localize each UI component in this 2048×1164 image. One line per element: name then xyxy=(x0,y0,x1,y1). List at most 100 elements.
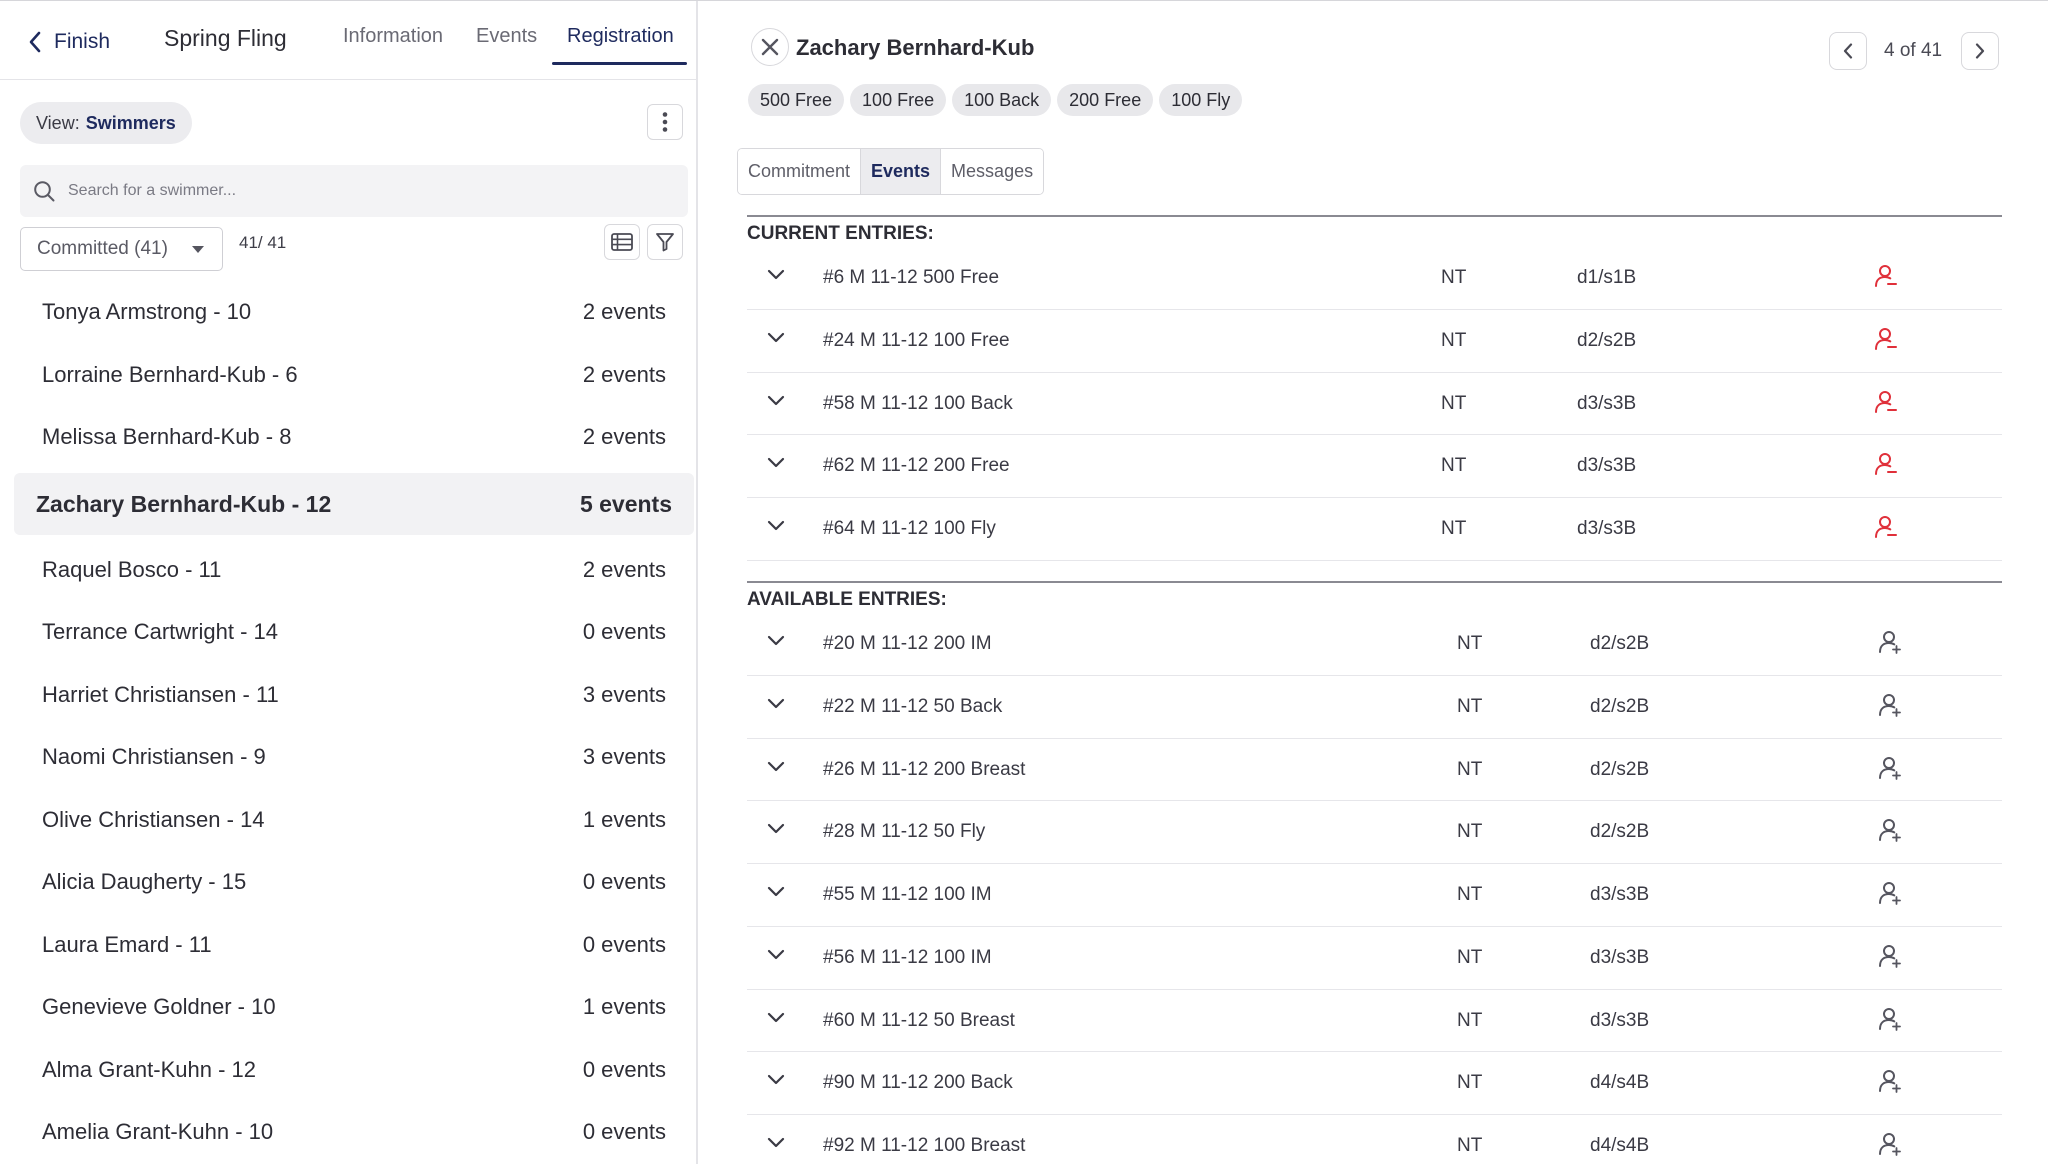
selected-swimmer-row[interactable]: Zachary Bernhard-Kub - 12 5 events xyxy=(14,472,694,535)
available-entries-header: AVAILABLE ENTRIES: xyxy=(747,581,2002,610)
event-chip: 100 Fly xyxy=(1159,84,1243,116)
entry-row: #55 M 11-12 100 IM NT d3/s3B xyxy=(747,864,2002,927)
swimmer-name: Terrance Cartwright - 14 xyxy=(42,619,278,644)
view-selector-chip[interactable]: View: Swimmers xyxy=(20,102,192,144)
swimmer-row[interactable]: Harriet Christiansen - 11 3 events xyxy=(0,664,696,727)
entry-session: d2/s2B xyxy=(1590,633,1650,654)
swimmer-row[interactable]: Genevieve Goldner - 10 1 events xyxy=(0,976,696,1039)
swimmer-search-box xyxy=(20,165,688,217)
filter-button[interactable] xyxy=(647,224,683,260)
tab-messages[interactable]: Messages xyxy=(941,149,1044,194)
entry-event-name: #24 M 11-12 100 Free xyxy=(823,329,1010,351)
tab-events[interactable]: Events xyxy=(861,149,942,194)
tab-information[interactable]: Information xyxy=(343,25,443,48)
swimmer-name: Genevieve Goldner - 10 xyxy=(42,994,276,1019)
chevron-down-icon[interactable] xyxy=(767,395,785,406)
user-minus-icon[interactable] xyxy=(1874,389,1900,415)
chevron-down-icon[interactable] xyxy=(767,886,785,897)
swimmer-event-count: 5 events xyxy=(579,490,672,517)
swimmer-name: Amelia Grant-Kuhn - 10 xyxy=(42,1119,274,1144)
event-chip: 500 Free xyxy=(748,84,845,116)
user-minus-icon[interactable] xyxy=(1874,263,1900,289)
entry-row: #26 M 11-12 200 Breast NT d2/s2B xyxy=(747,739,2002,802)
chevron-down-icon[interactable] xyxy=(767,520,785,531)
user-plus-icon[interactable] xyxy=(1878,1006,1904,1032)
entry-event-name: #64 M 11-12 100 Fly xyxy=(823,518,996,539)
entry-event-name: #20 M 11-12 200 IM xyxy=(823,633,992,654)
swimmer-name: Laura Emard - 11 xyxy=(42,931,212,957)
user-plus-icon[interactable] xyxy=(1878,943,1904,969)
chevron-down-icon[interactable] xyxy=(767,457,785,468)
entry-seed-time: NT xyxy=(1457,821,1483,843)
filter-select-value: Committed (41) xyxy=(37,238,168,259)
current-entries-header: CURRENT ENTRIES: xyxy=(747,215,2002,244)
next-swimmer-button[interactable] xyxy=(1961,32,1999,70)
swimmer-event-count: 2 events xyxy=(582,556,666,582)
active-tab-indicator xyxy=(552,62,687,65)
user-minus-icon[interactable] xyxy=(1874,514,1900,540)
entry-seed-time: NT xyxy=(1441,392,1467,414)
swimmer-row[interactable]: Tonya Armstrong - 10 2 events xyxy=(0,281,696,344)
entry-seed-time: NT xyxy=(1457,1135,1483,1156)
chevron-down-icon[interactable] xyxy=(767,1074,785,1085)
close-detail-button[interactable] xyxy=(751,28,789,66)
swimmer-name: Naomi Christiansen - 9 xyxy=(42,744,266,769)
swimmer-row[interactable]: Melissa Bernhard-Kub - 8 2 events xyxy=(0,406,696,469)
user-plus-icon[interactable] xyxy=(1878,880,1904,906)
entry-seed-time: NT xyxy=(1457,1009,1483,1031)
user-plus-icon[interactable] xyxy=(1878,755,1904,781)
chevron-down-icon[interactable] xyxy=(767,269,785,280)
swimmer-row[interactable]: Alicia Daugherty - 15 0 events xyxy=(0,851,696,914)
entry-row: #60 M 11-12 50 Breast NT d3/s3B xyxy=(747,990,2002,1053)
user-plus-icon[interactable] xyxy=(1878,1068,1904,1094)
top-nav-bar: Finish Spring Fling Information Events R… xyxy=(0,1,696,80)
swimmer-row[interactable]: Alma Grant-Kuhn - 12 0 events xyxy=(0,1039,696,1102)
chevron-down-icon[interactable] xyxy=(767,1012,785,1023)
entry-session: d3/s3B xyxy=(1590,946,1650,968)
filter-icon xyxy=(655,232,675,252)
chevron-down-icon[interactable] xyxy=(767,761,785,772)
more-options-button[interactable] xyxy=(647,104,683,140)
table-view-icon xyxy=(611,233,633,251)
table-view-button[interactable] xyxy=(604,224,640,260)
swimmer-search-input[interactable] xyxy=(68,182,668,200)
tab-commitment[interactable]: Commitment xyxy=(738,149,862,194)
swimmer-row[interactable]: Naomi Christiansen - 9 3 events xyxy=(0,726,696,789)
chevron-down-icon[interactable] xyxy=(767,1137,785,1148)
entry-row: #90 M 11-12 200 Back NT d4/s4B xyxy=(747,1052,2002,1115)
finish-label: Finish xyxy=(54,30,111,53)
swimmer-row[interactable]: Laura Emard - 11 0 events xyxy=(0,914,696,977)
swimmer-row[interactable]: Terrance Cartwright - 14 0 events xyxy=(0,601,696,664)
user-plus-icon[interactable] xyxy=(1878,692,1904,718)
tab-registration[interactable]: Registration xyxy=(567,25,674,48)
swimmer-row[interactable]: Olive Christiansen - 14 1 events xyxy=(0,789,696,852)
user-plus-icon[interactable] xyxy=(1878,1131,1904,1157)
event-chip-list: 500 Free 100 Free 100 Back 200 Free 100 Fly xyxy=(748,84,1243,116)
entry-seed-time: NT xyxy=(1457,884,1483,905)
chevron-down-icon[interactable] xyxy=(767,635,785,646)
chevron-down-icon[interactable] xyxy=(767,698,785,709)
entry-session: d3/s3B xyxy=(1590,884,1650,905)
previous-swimmer-button[interactable] xyxy=(1829,32,1867,70)
chevron-down-icon[interactable] xyxy=(767,823,785,834)
chevron-down-icon[interactable] xyxy=(767,949,785,960)
entry-session: d2/s2B xyxy=(1590,758,1650,780)
swimmer-event-count: 0 events xyxy=(582,931,666,957)
swimmer-row[interactable]: Lorraine Bernhard-Kub - 6 2 events xyxy=(0,344,696,407)
entry-row: #56 M 11-12 100 IM NT d3/s3B xyxy=(747,927,2002,990)
entry-row: #28 M 11-12 50 Fly NT d2/s2B xyxy=(747,801,2002,864)
tab-events[interactable]: Events xyxy=(476,25,537,48)
user-plus-icon[interactable] xyxy=(1878,629,1904,655)
finish-back-button[interactable]: Finish xyxy=(28,27,110,57)
swimmer-row[interactable]: Raquel Bosco - 11 2 events xyxy=(0,539,696,602)
user-plus-icon[interactable] xyxy=(1878,817,1904,843)
swimmer-name: Melissa Bernhard-Kub - 8 xyxy=(42,424,292,449)
swimmer-row[interactable]: Amelia Grant-Kuhn - 10 0 events xyxy=(0,1101,696,1164)
user-minus-icon[interactable] xyxy=(1874,451,1900,477)
entry-session: d2/s2B xyxy=(1577,329,1637,351)
chevron-down-icon[interactable] xyxy=(767,332,785,343)
commitment-filter-select[interactable]: Committed (41) xyxy=(20,227,223,271)
entry-session: d2/s2B xyxy=(1590,695,1650,717)
entry-seed-time: NT xyxy=(1457,695,1483,717)
user-minus-icon[interactable] xyxy=(1874,326,1900,352)
